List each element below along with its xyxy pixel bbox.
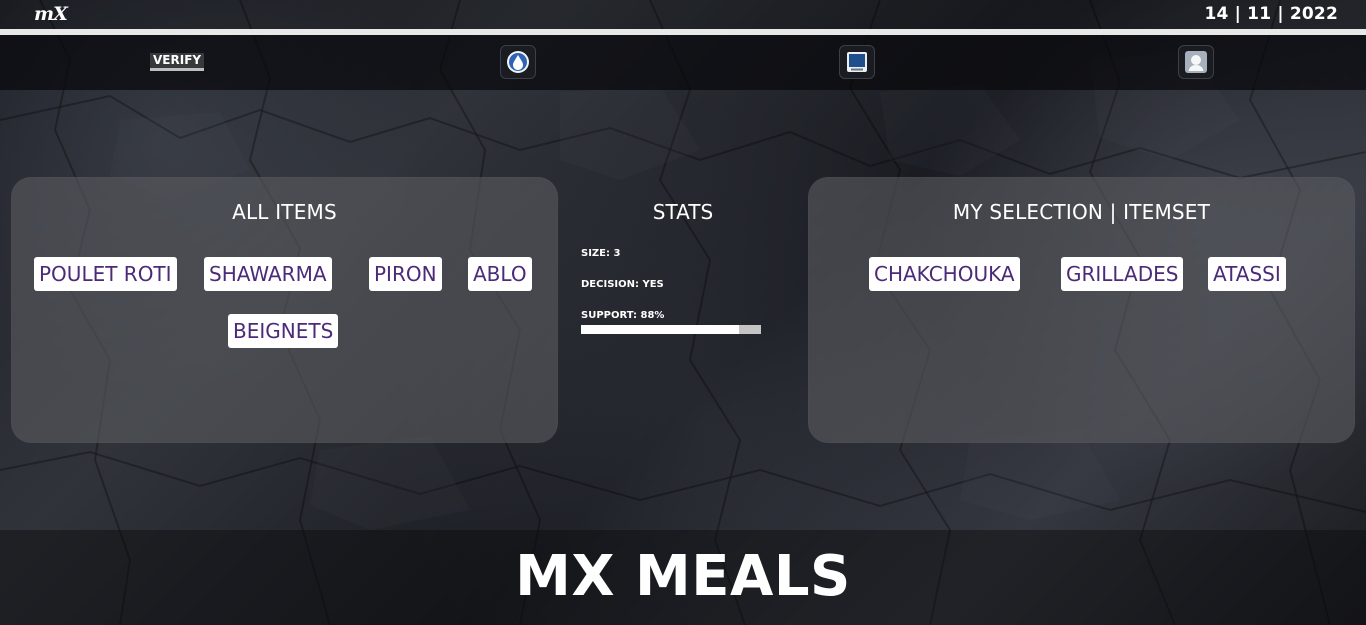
- user-profile-icon[interactable]: [1178, 45, 1214, 79]
- stats-title: STATS: [652, 200, 714, 224]
- item-chip[interactable]: SHAWARMA: [204, 257, 332, 291]
- monitor-icon[interactable]: [839, 45, 875, 79]
- stat-support: SUPPORT: 88%: [581, 310, 665, 321]
- water-drop-icon[interactable]: [500, 45, 536, 79]
- support-progress-fill: [581, 325, 740, 334]
- all-items-title: ALL ITEMS: [232, 200, 337, 224]
- my-selection-title: MY SELECTION | ITEMSET: [952, 200, 1211, 224]
- water-drop-icon-graphic: [507, 51, 529, 73]
- item-chip[interactable]: POULET ROTI: [34, 257, 177, 291]
- selection-chip[interactable]: ATASSI: [1208, 257, 1286, 291]
- my-selection-panel: MY SELECTION | ITEMSET CHAKCHOUKA GRILLA…: [808, 177, 1355, 443]
- app-title: MX MEALS: [515, 544, 851, 609]
- item-chip[interactable]: PIRON: [369, 257, 442, 291]
- selection-chip[interactable]: GRILLADES: [1061, 257, 1184, 291]
- verify-button[interactable]: VERIFY: [150, 53, 205, 71]
- current-date: 14 | 11 | 2022: [1204, 4, 1338, 24]
- monitor-icon-graphic: [847, 52, 867, 72]
- top-bar: mX 14 | 11 | 2022: [0, 0, 1366, 29]
- support-progress-bar: [581, 325, 761, 334]
- all-items-panel: ALL ITEMS POULET ROTI SHAWARMA PIRON ABL…: [11, 177, 558, 443]
- item-chip[interactable]: ABLO: [468, 257, 532, 291]
- stat-decision: DECISION: YES: [581, 279, 664, 290]
- app-logo[interactable]: mX: [34, 3, 68, 25]
- navigation-bar: VERIFY: [0, 35, 1366, 90]
- stat-size: SIZE: 3: [581, 248, 621, 259]
- user-profile-icon-graphic: [1185, 51, 1207, 73]
- item-chip[interactable]: BEIGNETS: [228, 314, 339, 348]
- selection-chip[interactable]: CHAKCHOUKA: [869, 257, 1020, 291]
